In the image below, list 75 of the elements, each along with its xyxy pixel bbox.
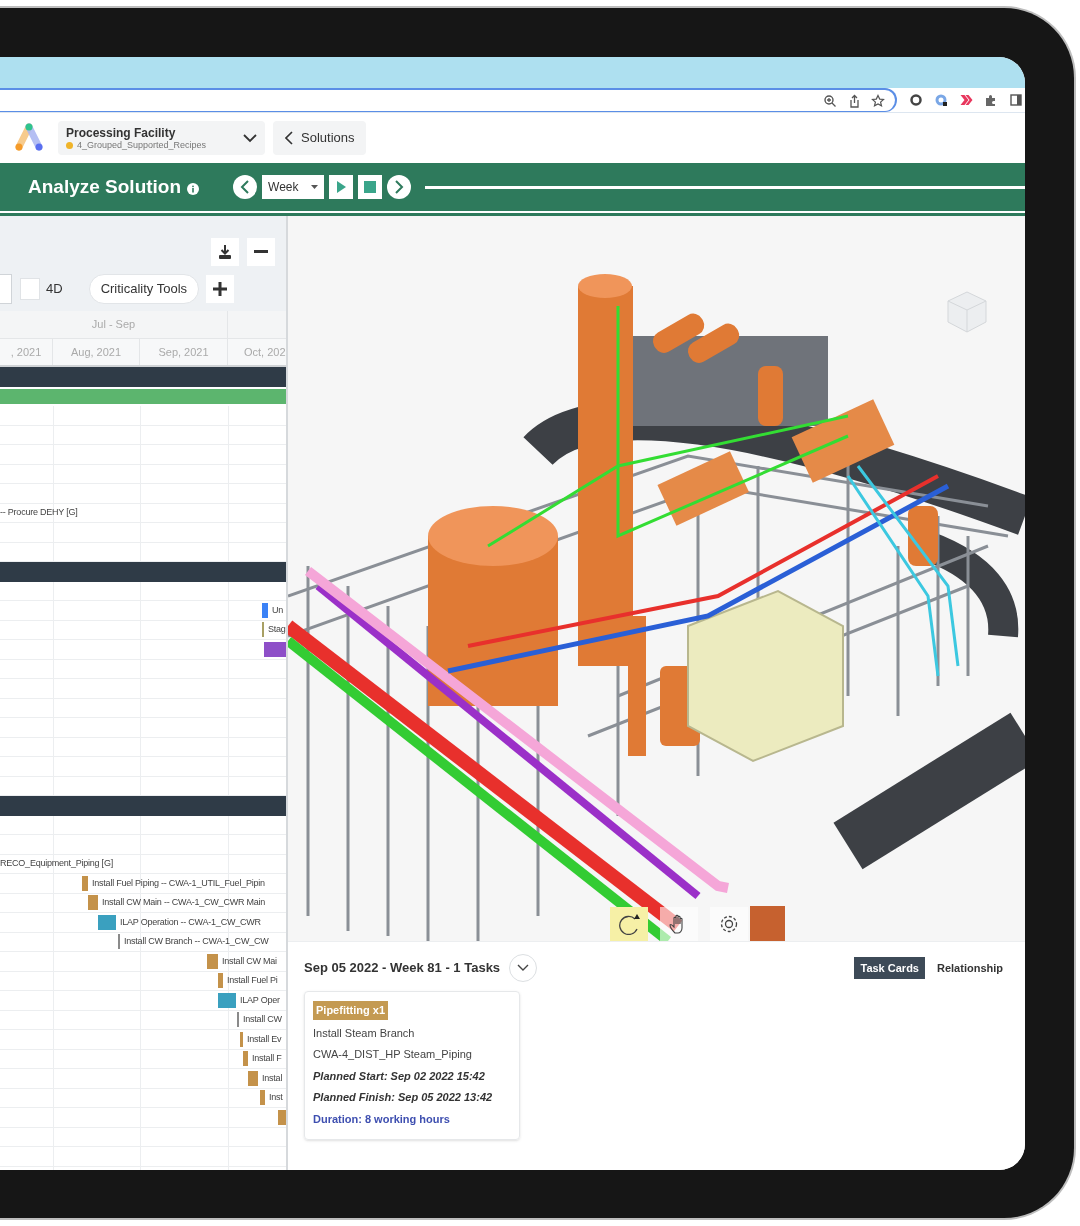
view-tab[interactable]: Task Cards xyxy=(854,957,925,979)
task-label: Install CW Branch -- CWA-1_CW_CW xyxy=(124,935,269,948)
planned-finish: Planned Finish: Sep 05 2022 13:42 xyxy=(313,1090,493,1105)
sidebar-icon[interactable] xyxy=(1009,93,1023,107)
task-label: ILAP Oper xyxy=(240,993,280,1007)
task-label: Install CW Mai xyxy=(222,954,277,968)
play-icon xyxy=(336,181,347,193)
chevron-down-icon xyxy=(517,964,530,972)
stop-button[interactable] xyxy=(358,175,383,199)
task-label: -- Procure DEHY [G] xyxy=(0,506,78,519)
planned-start: Planned Start: Sep 02 2022 15:42 xyxy=(313,1068,485,1084)
project-title: Processing Facility xyxy=(66,126,177,139)
task-label: Stag xyxy=(268,623,286,636)
star-icon[interactable] xyxy=(871,93,885,108)
task-label: Install Ev xyxy=(247,1032,282,1046)
profile-icon[interactable] xyxy=(934,93,948,107)
rotate-icon xyxy=(618,913,640,935)
share-icon[interactable] xyxy=(847,93,861,108)
timeline-track[interactable] xyxy=(425,185,1025,189)
next-button[interactable] xyxy=(387,175,412,199)
project-selector[interactable]: Processing Facility 4_Grouped_Supported_Recipes xyxy=(58,121,265,155)
task-label: Install Fuel Piping -- CWA-1_UTIL_Fuel_Pipin xyxy=(92,876,265,890)
chevron-down-icon xyxy=(243,133,257,143)
page-title: Analyze Solution xyxy=(28,174,182,199)
next-icon xyxy=(394,180,405,194)
4d-checkbox[interactable] xyxy=(20,278,40,300)
month-label: Aug, 2021 xyxy=(70,344,122,360)
ring-icon[interactable] xyxy=(909,93,923,107)
trade-tag: Pipefitting x1 xyxy=(313,1001,389,1020)
period-dropdown[interactable]: Week xyxy=(262,175,325,199)
project-subtitle: 4_Grouped_Supported_Recipes xyxy=(77,140,207,150)
task-label: Un xyxy=(272,603,284,617)
duration-text: Duration: 8 working hours xyxy=(313,1111,450,1127)
task-label: ILAP Operation -- CWA-1_CW_CWR xyxy=(120,915,261,929)
task-label: Install CW xyxy=(243,1013,282,1026)
puzzle-icon[interactable] xyxy=(984,93,998,107)
previous-icon xyxy=(240,180,251,194)
month-label: Oct, 202 xyxy=(244,344,286,360)
rotate-tool-button[interactable] xyxy=(610,907,648,941)
play-button[interactable] xyxy=(329,175,354,199)
task-name: Install Steam Branch xyxy=(313,1025,415,1041)
double-chevron-icon[interactable] xyxy=(959,93,973,107)
info-icon[interactable] xyxy=(187,182,200,195)
checkbox-label: 4D xyxy=(46,280,63,299)
collapse-button[interactable] xyxy=(247,238,275,266)
task-label: Inst xyxy=(269,1091,283,1104)
quarter-label: Jul - Sep xyxy=(91,317,136,333)
download-button[interactable] xyxy=(211,238,239,266)
week-heading: Sep 05 2022 - Week 81 - 1 Tasks xyxy=(304,959,501,978)
month-label: , 2021 xyxy=(10,344,42,360)
solutions-back-button[interactable]: Solutions xyxy=(273,121,367,155)
settings-icon xyxy=(718,913,740,935)
plant-3d-model-drawing[interactable] xyxy=(288,274,1025,941)
criticality-tools-button[interactable]: Criticality Tools xyxy=(88,274,200,304)
task-label: Instal xyxy=(262,1071,283,1085)
task-label: RECO_Equipment_Piping [G] xyxy=(0,857,113,870)
previous-button[interactable] xyxy=(233,175,258,199)
plus-icon xyxy=(213,282,228,296)
logo-icon xyxy=(14,123,44,153)
download-icon xyxy=(217,244,233,260)
task-label: Install CW Main -- CWA-1_CW_CWR Main xyxy=(102,896,266,909)
settings-tool-button[interactable] xyxy=(710,907,748,941)
chevron-left-icon xyxy=(285,131,293,145)
minus-icon xyxy=(254,250,268,254)
caret-down-icon xyxy=(311,185,319,189)
month-label: Sep, 2021 xyxy=(158,344,209,360)
add-button[interactable] xyxy=(206,275,235,303)
dropdown-field[interactable] xyxy=(0,274,12,304)
stop-icon xyxy=(364,181,377,193)
hand-tool-button[interactable] xyxy=(660,907,698,941)
zoom-icon[interactable] xyxy=(823,93,837,108)
task-label: Install Fuel Pi xyxy=(227,974,278,987)
task-label: Install F xyxy=(252,1052,282,1065)
task-location: CWA-4_DIST_HP Steam_Piping xyxy=(313,1047,472,1062)
view-tab[interactable]: Relationship xyxy=(931,957,1009,979)
